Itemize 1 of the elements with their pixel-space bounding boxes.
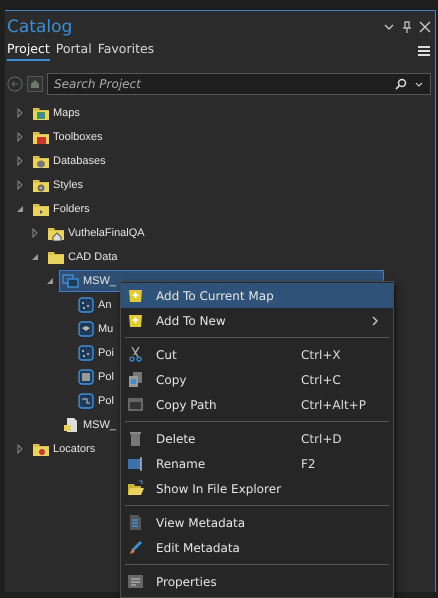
- window-title: Catalog: [7, 17, 74, 37]
